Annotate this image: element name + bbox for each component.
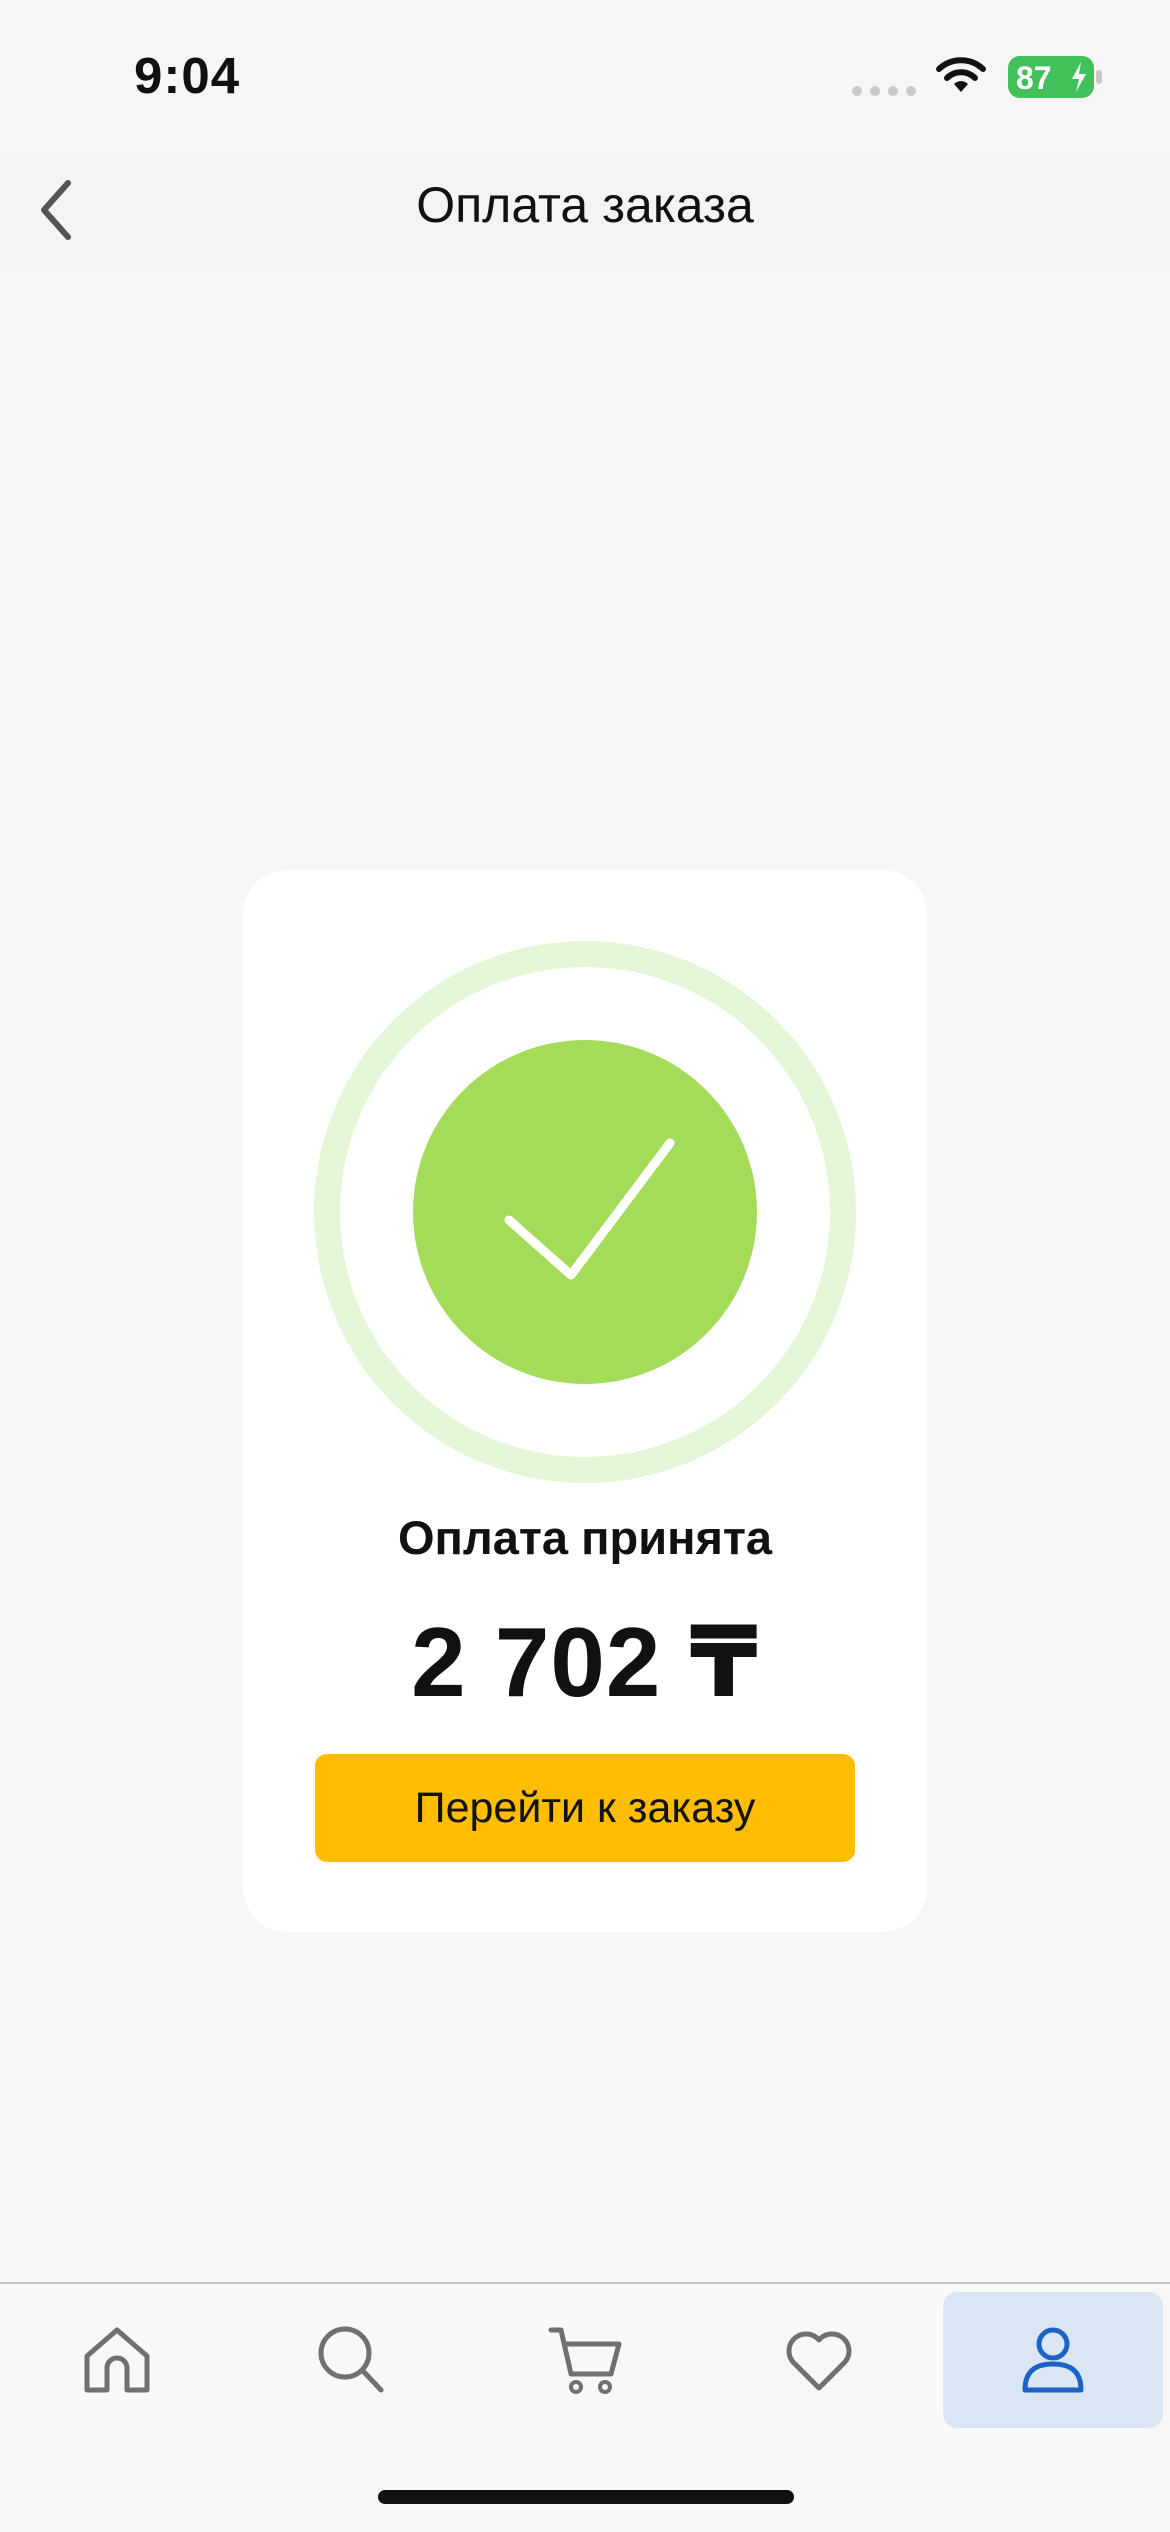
page-title: Оплата заказа	[416, 177, 754, 233]
tab-search[interactable]	[241, 2292, 461, 2428]
tab-favorites[interactable]	[709, 2292, 929, 2428]
bolt-icon	[1072, 62, 1086, 92]
nav-bar: Оплата заказа	[0, 150, 1170, 270]
tab-home[interactable]	[7, 2292, 227, 2428]
cart-icon	[548, 2327, 622, 2394]
payment-success-screen: 9:04 87 Оплата заказа Оплата принята 2 7…	[0, 0, 1170, 2532]
tab-cart[interactable]	[475, 2292, 695, 2428]
battery-charging-icon: 87	[1008, 56, 1094, 98]
payment-status-text: Оплата принята	[397, 1511, 773, 1564]
wifi-icon	[936, 57, 986, 92]
home-icon	[84, 2327, 150, 2393]
status-time: 9:04	[134, 47, 241, 104]
heart-icon	[786, 2331, 852, 2391]
battery-level: 87	[1016, 60, 1052, 96]
tab-profile[interactable]	[943, 2292, 1163, 2428]
payment-result-card: Оплата принята 2 702 ₸ Перейти к заказу	[243, 870, 927, 1932]
status-bar: 9:04 87	[0, 0, 1170, 150]
home-indicator	[378, 2490, 794, 2504]
battery-cap	[1096, 70, 1102, 84]
signal-dots-icon	[852, 86, 916, 96]
go-to-order-button[interactable]: Перейти к заказу	[315, 1754, 855, 1862]
profile-icon	[1022, 2327, 1084, 2393]
checkmark-circle-icon	[314, 941, 856, 1483]
search-icon	[318, 2326, 384, 2393]
payment-amount: 2 702 ₸	[411, 1607, 759, 1717]
